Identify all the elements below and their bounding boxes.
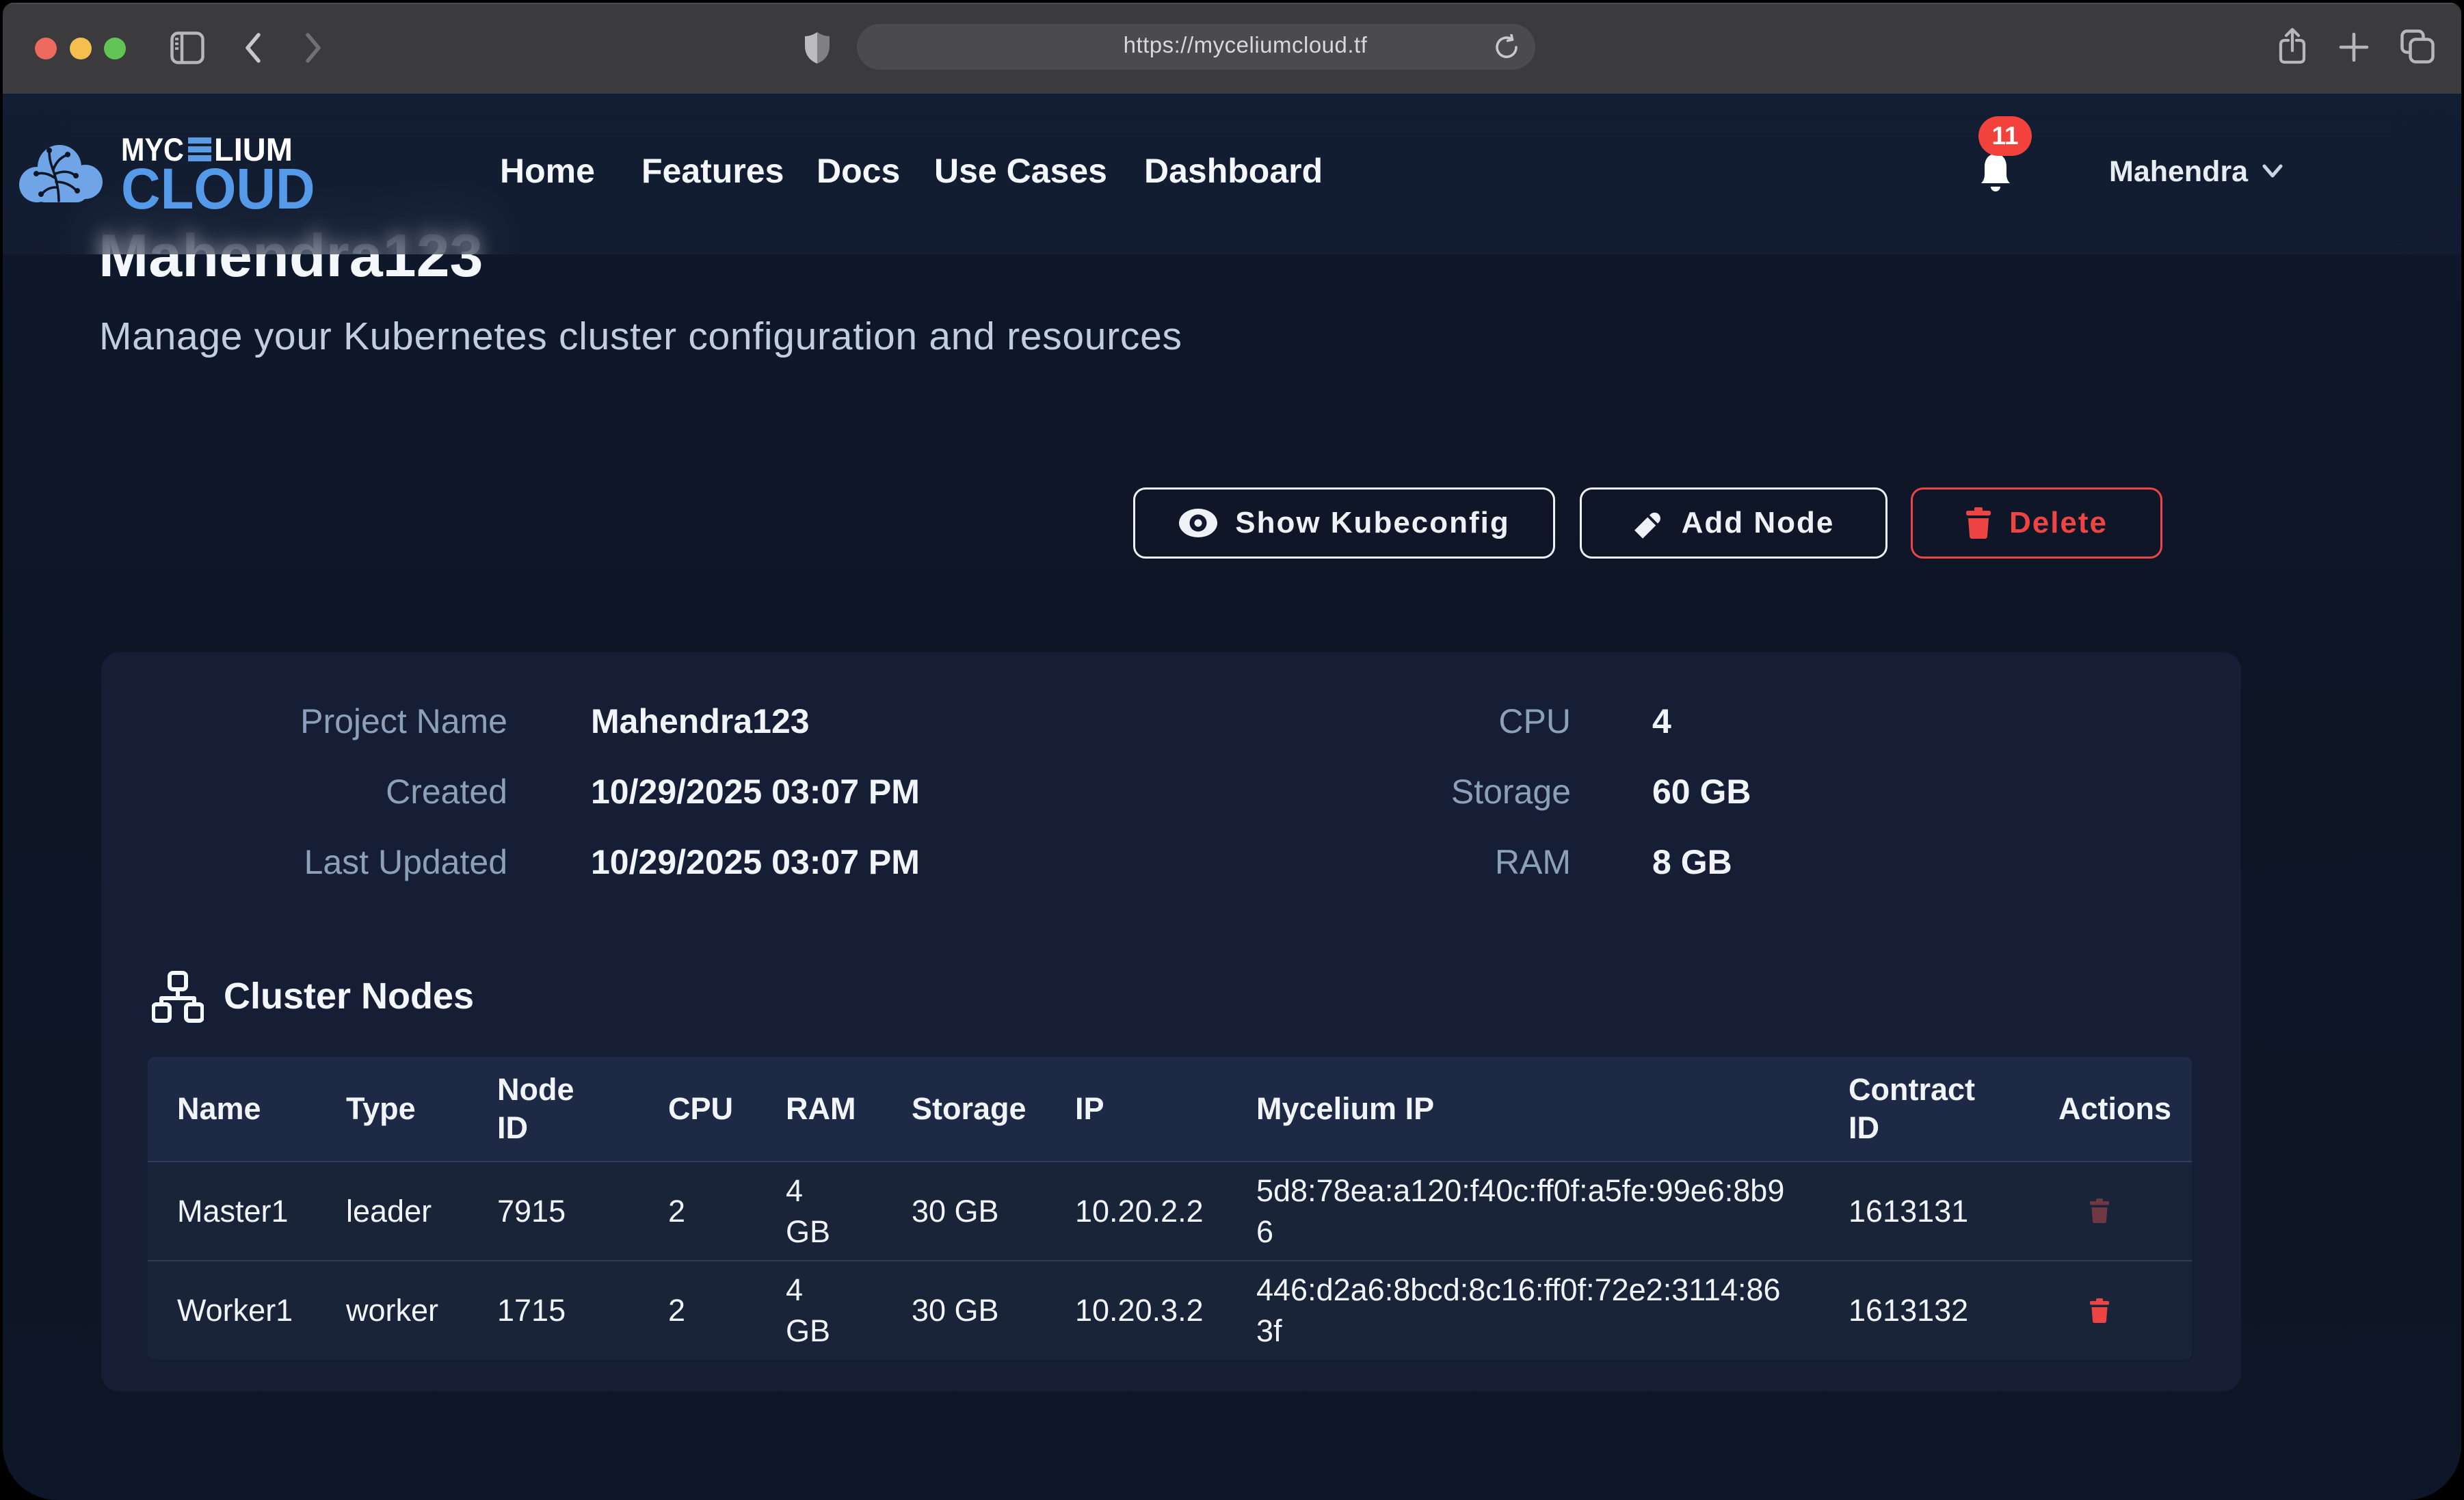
svg-text:CLOUD: CLOUD (121, 157, 315, 213)
